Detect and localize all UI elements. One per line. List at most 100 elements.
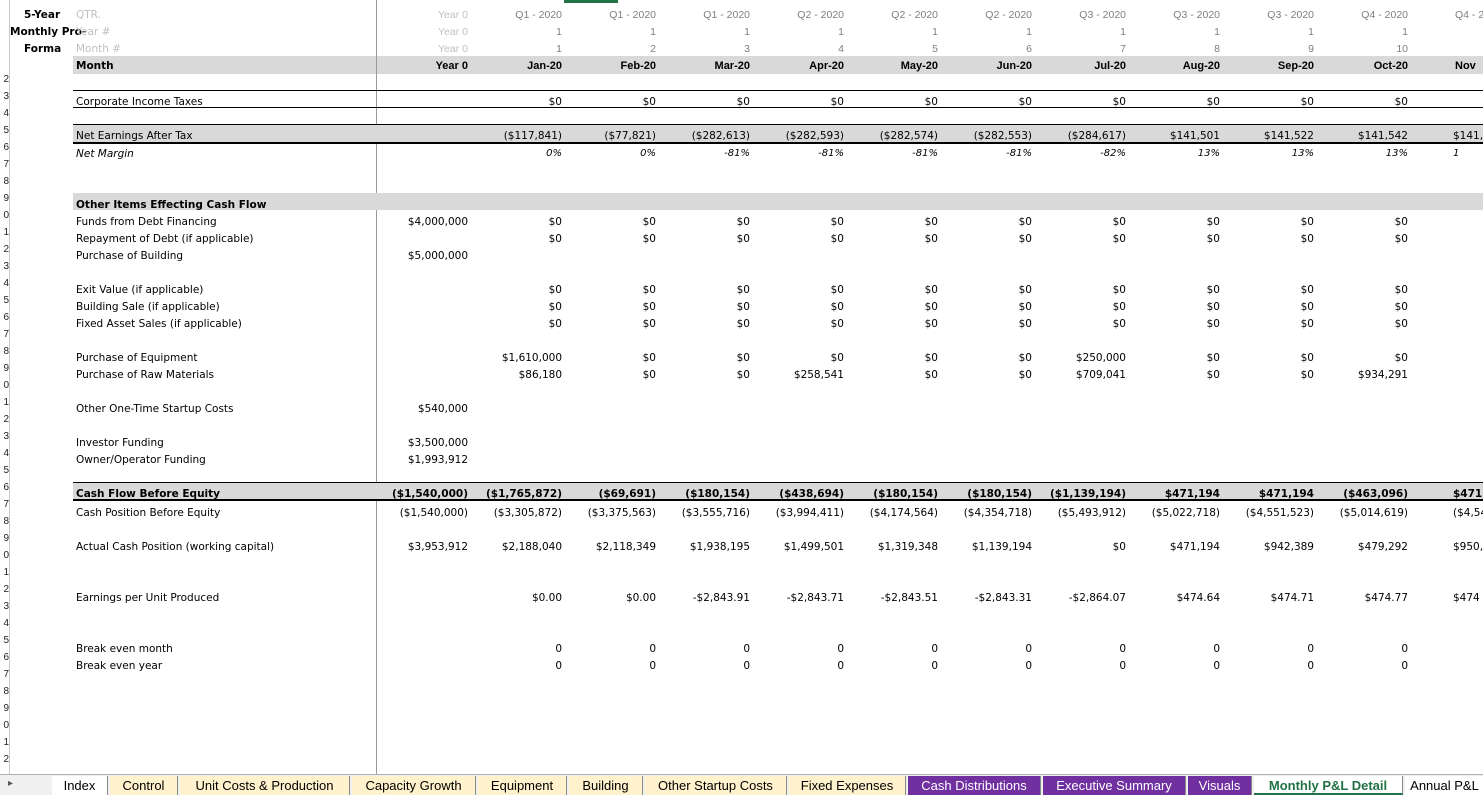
cell-value[interactable]: 0	[838, 660, 938, 672]
cell-value[interactable]: 1	[1453, 148, 1459, 159]
cell-value[interactable]: $4,000,000	[368, 216, 468, 228]
year-header-cell[interactable]: 1	[660, 26, 750, 38]
cell-value[interactable]: ($5,022,718)	[1120, 507, 1220, 519]
cell-value[interactable]: $0	[1026, 96, 1126, 108]
cash-flow-before-equity-label[interactable]: Cash Flow Before Equity	[76, 488, 220, 500]
cell-value[interactable]: $471,194	[1214, 488, 1314, 500]
debt-financing-label[interactable]: Funds from Debt Financing	[76, 216, 217, 228]
cell-value[interactable]: $0	[1120, 284, 1220, 296]
cell-value[interactable]: 0	[650, 643, 750, 655]
corp-tax-label[interactable]: Corporate Income Taxes	[76, 96, 203, 108]
cell-value[interactable]: ($77,821)	[556, 130, 656, 142]
cell-value[interactable]: $0	[1214, 301, 1314, 313]
cell-value[interactable]: ($117,841)	[462, 130, 562, 142]
row-number[interactable]: 2	[0, 754, 9, 765]
cell-value[interactable]: $474.64	[1120, 592, 1220, 604]
cell-value[interactable]: 0	[556, 643, 656, 655]
month-header-cell[interactable]: Apr-20	[754, 60, 844, 72]
year-header-cell[interactable]: 1	[848, 26, 938, 38]
cell-value[interactable]: 0	[838, 643, 938, 655]
qtr-header-cell[interactable]: Q4 - 2020	[1318, 9, 1408, 21]
cell-value[interactable]: $0	[932, 318, 1032, 330]
cell-value[interactable]: $0	[650, 233, 750, 245]
month_num-header-cell[interactable]: 3	[660, 43, 750, 55]
month_num-header-cell[interactable]: 4	[754, 43, 844, 55]
cell-value[interactable]: $0	[650, 216, 750, 228]
cell-value[interactable]: $0	[932, 284, 1032, 296]
row-number[interactable]: 6	[0, 142, 9, 153]
debt-repayment-label[interactable]: Repayment of Debt (if applicable)	[76, 233, 254, 245]
cell-value[interactable]: -81%	[838, 148, 938, 159]
cell-value[interactable]: $0	[1026, 284, 1126, 296]
cell-value[interactable]: $3,953,912	[368, 541, 468, 553]
startup-costs-label[interactable]: Other One-Time Startup Costs	[76, 403, 234, 415]
row-number[interactable]: 9	[0, 703, 9, 714]
row-number[interactable]: 2	[0, 74, 9, 85]
row-number[interactable]: 7	[0, 329, 9, 340]
row-number[interactable]: 8	[0, 686, 9, 697]
cell-value[interactable]: $0	[1308, 301, 1408, 313]
qtr-header-cell[interactable]: Q1 - 2020	[566, 9, 656, 21]
cell-value[interactable]: ($4,543,4	[1453, 507, 1483, 519]
cell-value[interactable]: ($3,375,563)	[556, 507, 656, 519]
row-number[interactable]: 8	[0, 516, 9, 527]
row-number[interactable]: 4	[0, 108, 9, 119]
cell-value[interactable]: ($3,555,716)	[650, 507, 750, 519]
cell-value[interactable]: $2,188,040	[462, 541, 562, 553]
cell-value[interactable]: $0	[744, 233, 844, 245]
raw-materials-label[interactable]: Purchase of Raw Materials	[76, 369, 214, 381]
cell-value[interactable]: $474	[1453, 592, 1480, 604]
cell-value[interactable]: 0	[1308, 643, 1408, 655]
cell-value[interactable]: $0	[932, 369, 1032, 381]
month_num-header-cell[interactable]: 8	[1130, 43, 1220, 55]
month-header-cell[interactable]: Aug-20	[1130, 60, 1220, 72]
cell-value[interactable]: ($1,139,194)	[1026, 488, 1126, 500]
cell-value[interactable]: $0.00	[462, 592, 562, 604]
cell-value[interactable]: 0	[462, 660, 562, 672]
row-number[interactable]: 7	[0, 499, 9, 510]
qtr-header-cell[interactable]: Q1 - 2020	[472, 9, 562, 21]
cell-value[interactable]: $0	[462, 301, 562, 313]
cell-value[interactable]: $0	[462, 96, 562, 108]
row-number[interactable]: 4	[0, 618, 9, 629]
cell-value[interactable]: $3,500,000	[368, 437, 468, 449]
row-number[interactable]: 1	[0, 227, 9, 238]
month-header-cell[interactable]: Jul-20	[1036, 60, 1126, 72]
cell-value[interactable]: 0	[1026, 643, 1126, 655]
row-number[interactable]: 7	[0, 159, 9, 170]
cell-value[interactable]: ($1,540,000)	[368, 507, 468, 519]
qtr-header-cell[interactable]: Q1 - 2020	[660, 9, 750, 21]
cell-value[interactable]: $0	[932, 301, 1032, 313]
cell-value[interactable]: $0	[650, 96, 750, 108]
sheet-tab[interactable]: Monthly P&L Detail	[1254, 776, 1403, 795]
year-header-cell[interactable]: 1	[754, 26, 844, 38]
cell-value[interactable]: ($4,174,564)	[838, 507, 938, 519]
qtr-header-cell[interactable]: Q3 - 2020	[1130, 9, 1220, 21]
cell-value[interactable]: ($69,691)	[556, 488, 656, 500]
cell-value[interactable]: -$2,843.51	[838, 592, 938, 604]
row-number[interactable]: 0	[0, 550, 9, 561]
month-header-cell[interactable]: Mar-20	[660, 60, 750, 72]
cell-value[interactable]: ($282,613)	[650, 130, 750, 142]
cell-value[interactable]: $1,610,000	[462, 352, 562, 364]
sheet-tab[interactable]: Visuals	[1188, 776, 1252, 795]
net-earnings-label[interactable]: Net Earnings After Tax	[76, 130, 193, 142]
cell-value[interactable]: $5,000,000	[368, 250, 468, 262]
cell-value[interactable]: $942,389	[1214, 541, 1314, 553]
cell-value[interactable]: 0	[1120, 660, 1220, 672]
cell-value[interactable]: 13%	[1308, 148, 1408, 159]
cell-value[interactable]: -82%	[1026, 148, 1126, 159]
cell-value[interactable]: $0	[1214, 284, 1314, 296]
spreadsheet-grid[interactable]: 2345678901234567890123456789012345678901…	[0, 0, 1483, 774]
cell-value[interactable]: $0	[1026, 318, 1126, 330]
cell-value[interactable]: $0	[1120, 369, 1220, 381]
cell-value[interactable]: -81%	[744, 148, 844, 159]
cell-value[interactable]: ($3,994,411)	[744, 507, 844, 519]
cell-value[interactable]: $0	[744, 352, 844, 364]
cell-value[interactable]: $0	[838, 216, 938, 228]
row-number[interactable]: 0	[0, 210, 9, 221]
cell-value[interactable]: $0	[1214, 352, 1314, 364]
row-number[interactable]: 5	[0, 635, 9, 646]
row-number[interactable]: 2	[0, 244, 9, 255]
cell-value[interactable]: $950,4	[1453, 541, 1483, 553]
